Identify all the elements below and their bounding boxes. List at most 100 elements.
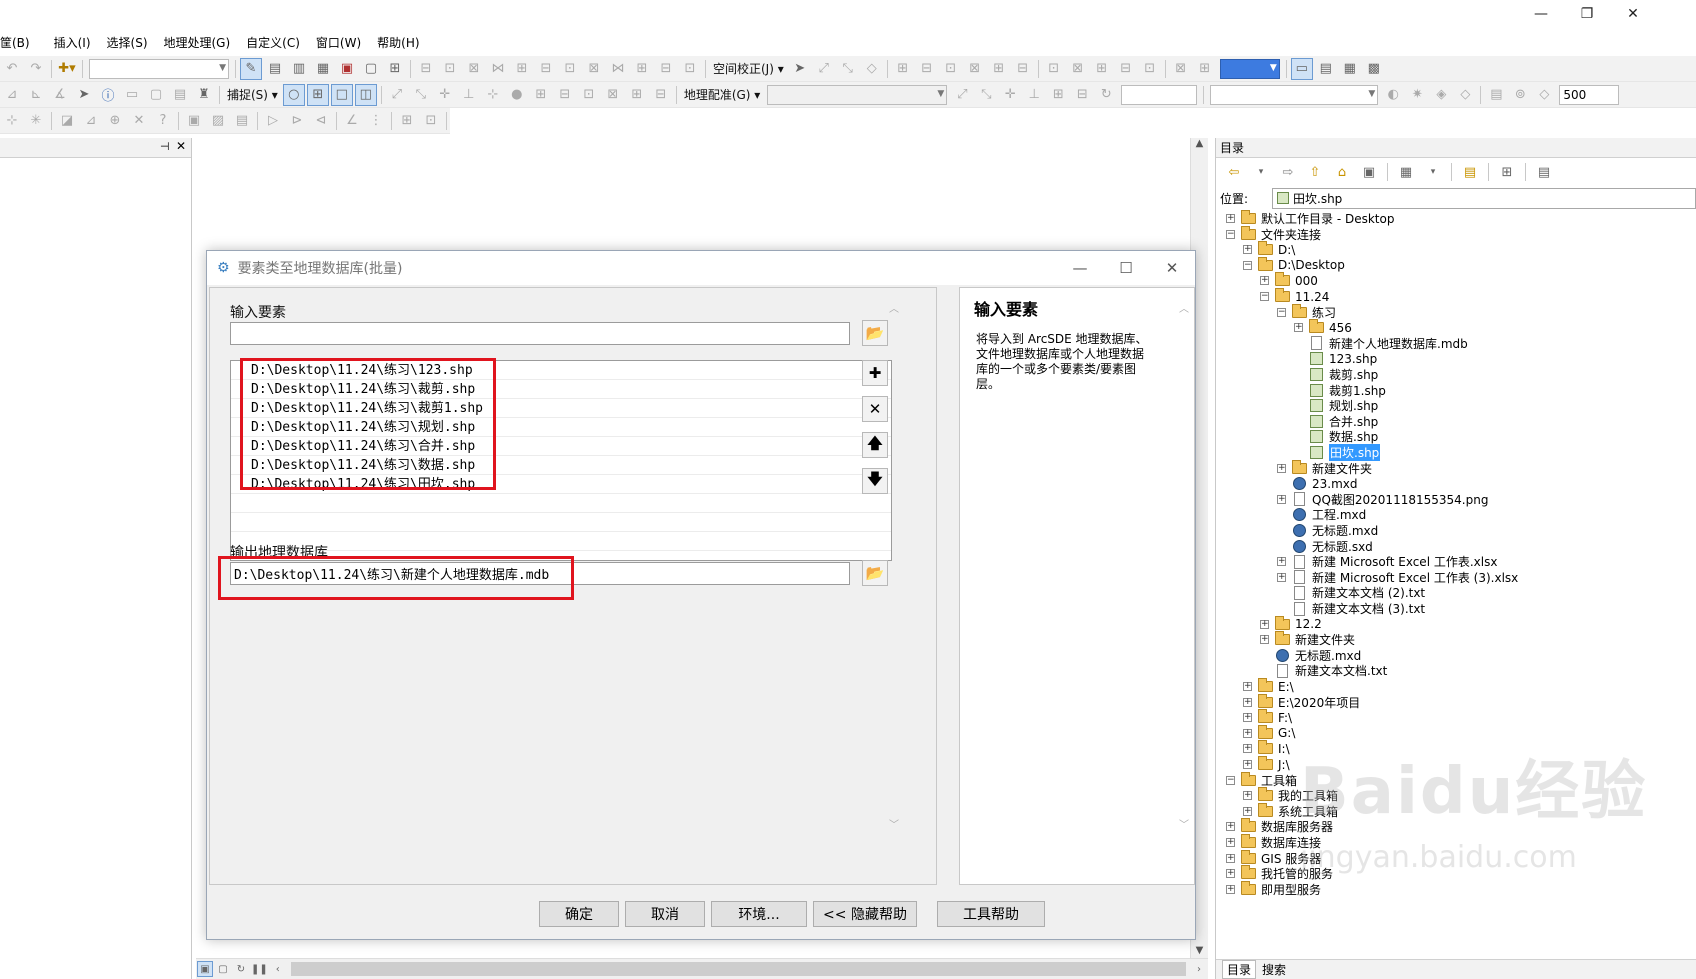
edit-icon-d[interactable]: ▭ (121, 84, 143, 106)
tool-help-button[interactable]: 工具帮助 (937, 901, 1045, 927)
view-options-icon[interactable]: ▦ (1395, 161, 1417, 183)
expand-icon[interactable]: + (1277, 557, 1286, 567)
tree-node[interactable]: + QQ截图20201118155354.png (1277, 491, 1488, 508)
pointer-icon[interactable]: ➤ (789, 58, 811, 80)
tree-node[interactable]: 裁剪1.shp (1294, 382, 1386, 399)
tree-node[interactable]: 新建文本文档.txt (1260, 662, 1387, 679)
refresh-icon[interactable]: ↻ (233, 961, 249, 977)
expand-icon[interactable]: + (1243, 697, 1252, 707)
expand-icon[interactable]: + (1243, 744, 1252, 754)
layout-icon-a[interactable]: ⊡ (1043, 58, 1065, 80)
tree-node[interactable]: 数据.shp (1294, 428, 1378, 445)
end-snap-icon[interactable]: ⊞ (306, 83, 329, 106)
vertex-snap-icon[interactable]: □ (330, 83, 353, 106)
tree-node[interactable]: 规划.shp (1294, 397, 1378, 414)
layout-icon-g[interactable]: ⊞ (1194, 58, 1216, 80)
tool2-icon-c[interactable]: ✛ (434, 84, 456, 106)
layer-combo[interactable]: ▼ (1210, 84, 1379, 105)
topo-icon-k[interactable]: ▷ (262, 110, 284, 132)
tree-node[interactable]: + 默认工作目录 - Desktop (1226, 210, 1394, 227)
tool2-icon-h[interactable]: ⊟ (554, 84, 576, 106)
python-icon[interactable]: ▢ (360, 58, 382, 80)
tool2-icon-b[interactable]: ⤡ (410, 84, 432, 106)
remove-row-button[interactable]: ✕ (862, 396, 888, 422)
expand-icon[interactable]: + (1226, 822, 1235, 832)
tool-icon-e[interactable]: ⊞ (511, 58, 533, 80)
expand-icon[interactable]: + (1260, 635, 1269, 645)
collapse-icon[interactable]: − (1226, 229, 1235, 239)
move-up-button[interactable]: 🡅 (862, 432, 888, 458)
toc-close-icon[interactable]: ✕ (176, 139, 186, 153)
effects-icon-c[interactable]: ◈ (1430, 84, 1452, 106)
back-dropdown-icon[interactable]: ▾ (1250, 161, 1272, 183)
tool2-icon-k[interactable]: ⊞ (626, 84, 648, 106)
collapse-icon[interactable]: − (1226, 775, 1235, 785)
grid-icon-d[interactable]: ⊠ (964, 58, 986, 80)
tree-node[interactable]: − 11.24 (1260, 288, 1329, 305)
expand-icon[interactable]: + (1294, 323, 1303, 333)
tool-icon-c[interactable]: ⊠ (463, 58, 485, 80)
tree-node[interactable]: 无标题.mxd (1260, 647, 1361, 664)
expand-icon[interactable]: + (1226, 838, 1235, 847)
geo-icon-c[interactable]: ✛ (999, 84, 1021, 106)
tool2-icon-a[interactable]: ⤢ (386, 84, 408, 106)
zoom-combo[interactable]: ▼ (1219, 58, 1280, 79)
home-icon[interactable]: ⌂ (1331, 161, 1353, 183)
up-level-icon[interactable]: ⇧ (1304, 161, 1326, 183)
forward-icon[interactable]: ⇨ (1277, 161, 1299, 183)
tree-node[interactable]: + G:\ (1243, 724, 1295, 742)
grid-icon-f[interactable]: ⊟ (1012, 58, 1034, 80)
tree-node[interactable]: 23.mxd (1277, 475, 1358, 492)
layout-view-icon[interactable]: ▢ (215, 961, 231, 977)
link-icon-a[interactable]: ⤢ (813, 58, 835, 80)
editor-icon[interactable]: ✎ (240, 57, 262, 80)
tree-node[interactable]: 无标题.sxd (1277, 538, 1373, 555)
tool-icon-h[interactable]: ⊠ (583, 58, 605, 80)
identify-icon[interactable]: ⓘ (97, 84, 119, 106)
topo-icon-a[interactable]: ⊹ (1, 110, 23, 132)
snapping-menu[interactable]: 捕捉(S) ▾ (223, 86, 282, 103)
tree-node[interactable]: − 工具箱 (1226, 771, 1297, 789)
page-layout-icon[interactable]: ▭ (1290, 57, 1313, 80)
expand-icon[interactable]: + (1243, 791, 1252, 801)
edit-icon-f[interactable]: ▤ (169, 84, 191, 106)
input-features-field[interactable] (230, 322, 850, 345)
scale-value-input[interactable]: 500 (1559, 84, 1620, 105)
move-down-button[interactable]: 🡇 (862, 468, 888, 494)
expand-icon[interactable]: + (1226, 853, 1235, 863)
scroll-thumb[interactable] (290, 962, 1186, 976)
close-button[interactable]: ✕ (1610, 0, 1656, 28)
effects-icon-f[interactable]: ⊚ (1509, 84, 1531, 106)
help-scroll-up-icon[interactable]: ︿ (1176, 300, 1192, 315)
tree-node[interactable]: 田坎.shp (1294, 444, 1381, 461)
layout-icon-d[interactable]: ⊟ (1115, 58, 1137, 80)
edit-icon-c[interactable]: ∡ (49, 84, 71, 106)
dialog-close-button[interactable]: ✕ (1149, 251, 1195, 285)
dialog-maximize-button[interactable]: ☐ (1103, 251, 1149, 285)
collapse-icon[interactable]: − (1260, 292, 1269, 301)
select-arrow-icon[interactable]: ➤ (73, 84, 95, 106)
tool-icon-b[interactable]: ⊡ (439, 58, 461, 80)
tree-node[interactable]: 123.shp (1294, 350, 1377, 367)
hide-help-button[interactable]: << 隐藏帮助 (813, 901, 917, 927)
expand-icon[interactable]: + (1226, 884, 1235, 894)
environments-button[interactable]: 环境... (711, 901, 807, 927)
input-list-empty-row[interactable] (231, 513, 891, 532)
menu-item-help[interactable]: 帮助(H) (369, 34, 427, 51)
topo-icon-q[interactable]: ⊡ (420, 110, 442, 132)
topo-icon-j[interactable]: ▤ (231, 110, 253, 132)
tool2-icon-e[interactable]: ⊹ (482, 84, 504, 106)
effects-icon-b[interactable]: ✷ (1406, 84, 1428, 106)
menu-item-window[interactable]: 窗口(W) (308, 34, 369, 51)
tree-node[interactable]: 新建个人地理数据库.mdb (1294, 335, 1468, 352)
expand-icon[interactable]: + (1277, 463, 1286, 473)
dialog-minimize-button[interactable]: — (1057, 251, 1103, 285)
tool-icon-i[interactable]: ⋈ (607, 58, 629, 80)
menu-item-edit[interactable]: 筐(B) (0, 34, 38, 51)
tool-icon-a[interactable]: ⊟ (415, 58, 437, 80)
expand-icon[interactable]: + (1277, 494, 1286, 504)
expand-icon[interactable]: + (1260, 276, 1269, 286)
data-view-icon[interactable]: ▣ (197, 961, 213, 977)
back-icon[interactable]: ⇦ (1223, 161, 1245, 183)
geo-icon-f[interactable]: ⊟ (1071, 84, 1093, 106)
